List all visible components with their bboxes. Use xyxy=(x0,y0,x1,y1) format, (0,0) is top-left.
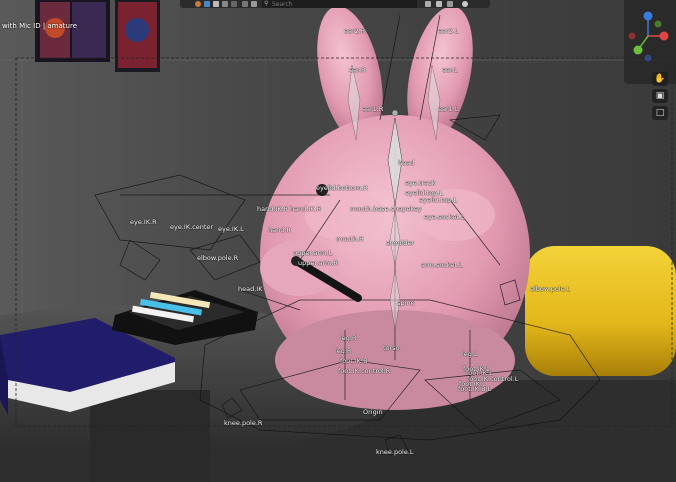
viewport-shading-icon[interactable] xyxy=(204,1,210,7)
bone-label[interactable]: ear.R xyxy=(349,67,366,74)
axis-y-icon xyxy=(633,45,643,55)
bone-label[interactable]: head.IK xyxy=(238,286,262,293)
funnel-icon[interactable] xyxy=(447,1,453,7)
bone-label[interactable]: spine xyxy=(397,300,414,307)
object-info: with Mic ID | amature xyxy=(2,22,78,30)
bone-label[interactable]: elbow.pole.R xyxy=(197,255,238,262)
bone-label[interactable]: knee.pole.R xyxy=(224,420,262,427)
wall-poster-left xyxy=(35,0,110,62)
xray-toggle-icon[interactable] xyxy=(242,1,248,7)
axis-x-icon xyxy=(659,31,669,41)
bone-label[interactable]: eyelid.top.L xyxy=(419,197,457,204)
bone-label[interactable]: foot.IK.B xyxy=(340,358,368,365)
bone-label[interactable]: leg.R xyxy=(335,348,352,355)
lock-icon[interactable]: □ xyxy=(652,106,668,120)
bone-label[interactable]: mouth.R xyxy=(336,236,364,243)
bone-label[interactable]: Origin xyxy=(363,409,383,416)
material-shading-icon[interactable] xyxy=(222,1,228,7)
bone-label[interactable]: ear1.R xyxy=(362,106,383,113)
bone-label[interactable]: knee.pole.L xyxy=(376,449,414,456)
bone-label[interactable]: leg.R xyxy=(340,335,357,342)
gizmo-toggle-icon[interactable] xyxy=(251,1,257,7)
bone-label[interactable]: eye.socket.L xyxy=(424,214,465,221)
axis-gizmo[interactable] xyxy=(624,0,676,70)
bone-label[interactable]: ear2.L xyxy=(438,28,458,35)
bone-label[interactable]: foot.IK.L xyxy=(459,381,486,388)
bone-label[interactable]: eye.track xyxy=(405,180,435,187)
render-shading-icon[interactable] xyxy=(231,1,237,7)
search-icon: ⚲ xyxy=(264,0,269,7)
bone-label[interactable]: ear1.L xyxy=(438,106,458,113)
solid-shading-icon[interactable] xyxy=(213,1,219,7)
bone-label[interactable]: elbow.pole.L xyxy=(530,286,570,293)
display-filter-icon[interactable] xyxy=(436,1,442,7)
viewport-header: ⚲ xyxy=(180,0,490,8)
bone-label[interactable]: ear2.R xyxy=(344,28,365,35)
bone-label[interactable]: leg.L xyxy=(462,351,478,358)
bone-label[interactable]: eye.IK.L xyxy=(218,226,244,233)
wall-poster-right xyxy=(115,0,160,72)
viewport-side-tools: ✋ ▣ □ xyxy=(652,72,670,123)
bone-label[interactable]: foot.IK.control.R xyxy=(338,368,390,375)
bone-label[interactable]: arm.socket.L xyxy=(421,262,463,269)
camera-icon[interactable]: ▣ xyxy=(652,89,668,103)
bone-label[interactable]: upper.arm.R xyxy=(298,260,338,267)
axis-neg-z-icon xyxy=(644,54,652,62)
search-input[interactable] xyxy=(262,0,417,8)
bone-label[interactable]: hand.IK.R xyxy=(290,206,321,213)
3d-viewport[interactable]: ear2.R ear2.L ear.R ear.L ear1.R ear1.L head ey… xyxy=(0,0,676,482)
axis-neg-x-icon xyxy=(628,32,636,40)
bone-label[interactable]: eye.IK.R xyxy=(130,219,157,226)
filter-icon[interactable] xyxy=(425,1,431,7)
bone-label[interactable]: head xyxy=(398,160,414,167)
bone-label[interactable]: hand.IK.R xyxy=(257,206,288,213)
bone-label[interactable]: eyelid.bottom.R xyxy=(316,185,368,192)
bone-label[interactable]: upper.arm.L xyxy=(293,250,332,257)
overlay-toggle-icon[interactable] xyxy=(195,1,201,7)
axis-z-icon xyxy=(643,11,653,21)
bone-label[interactable]: hand.R xyxy=(268,227,291,234)
yellow-cushion xyxy=(525,246,676,376)
axis-neg-y-icon xyxy=(654,20,662,28)
hand-pan-icon[interactable]: ✋ xyxy=(652,72,668,86)
bone-label[interactable]: shoulder xyxy=(386,240,414,247)
shield-icon[interactable] xyxy=(462,1,468,7)
bone-label[interactable]: ear.L xyxy=(442,67,458,74)
bone-label[interactable]: eye.IK.center xyxy=(170,224,213,231)
bone-label[interactable]: mouth.base.shapekey xyxy=(350,206,422,213)
bone-label[interactable]: torso xyxy=(383,345,400,352)
bone-label[interactable]: foot.IK.L xyxy=(463,366,490,373)
